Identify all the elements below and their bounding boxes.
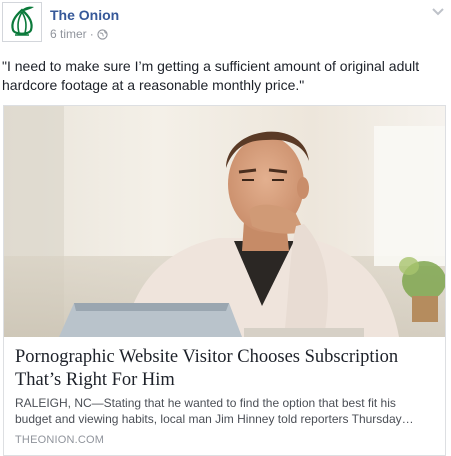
globe-icon (97, 28, 108, 40)
post-message: "I need to make sure I’m getting a suffi… (2, 58, 420, 93)
link-preview-card[interactable]: Pornographic Website Visitor Chooses Sub… (3, 105, 446, 456)
article-description: RALEIGH, NC—Stating that he wanted to fi… (15, 396, 414, 426)
page-avatar[interactable] (2, 2, 42, 42)
article-headline[interactable]: Pornographic Website Visitor Chooses Sub… (15, 346, 435, 392)
chevron-down-icon[interactable] (431, 6, 445, 18)
article-photo-image (4, 106, 445, 337)
article-domain: THEONION.COM (15, 434, 105, 446)
meta-separator: · (89, 27, 94, 41)
onion-logo-icon (3, 3, 41, 41)
post-meta: 6 timer · (50, 27, 108, 41)
page-name-link[interactable]: The Onion (50, 7, 119, 23)
post-header: The Onion 6 timer · (0, 0, 451, 52)
post-timestamp[interactable]: 6 timer (50, 27, 87, 41)
article-photo[interactable] (4, 106, 445, 337)
